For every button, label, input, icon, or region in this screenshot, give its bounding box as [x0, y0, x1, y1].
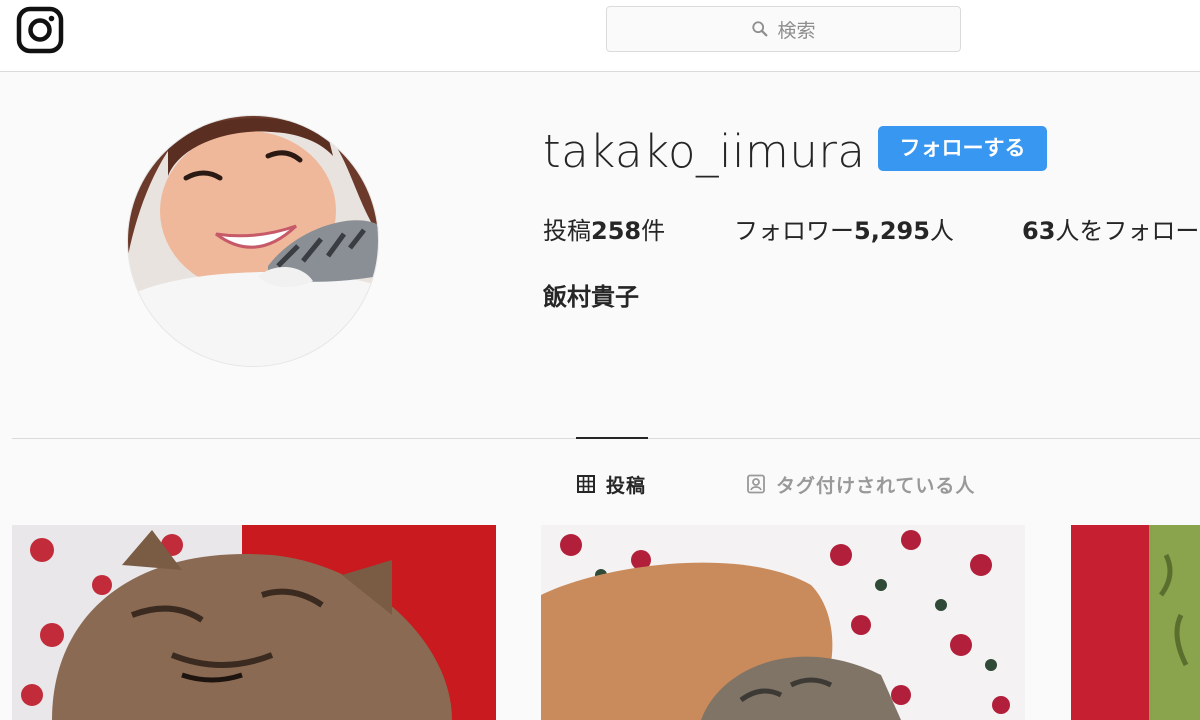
search-placeholder: 検索: [777, 19, 816, 42]
posts-suffix: 件: [641, 217, 666, 245]
followers-count: 5,295: [854, 217, 930, 245]
profile-username: takako_iimura: [543, 125, 866, 178]
following-stat[interactable]: 63人をフォロー: [1022, 212, 1199, 250]
profile-full-name: 飯村貴子: [543, 283, 639, 311]
active-tab-indicator: [576, 437, 648, 439]
tab-tagged[interactable]: タグ付けされている人: [746, 470, 975, 498]
post-thumbnail[interactable]: [12, 525, 496, 720]
followers-stat[interactable]: フォロワー5,295人: [734, 212, 954, 250]
posts-prefix: 投稿: [543, 217, 591, 245]
followers-suffix: 人: [929, 217, 954, 245]
search-icon: [752, 21, 768, 37]
following-suffix: 人をフォロー: [1055, 217, 1200, 245]
posts-count-stat: 投稿258件: [543, 212, 665, 250]
tab-posts-label: 投稿: [606, 474, 647, 497]
search-input[interactable]: 検索: [606, 6, 961, 52]
post-thumbnail[interactable]: [1071, 525, 1200, 720]
tab-posts[interactable]: 投稿: [576, 470, 646, 498]
post-thumbnail[interactable]: [541, 525, 1025, 720]
instagram-camera-icon[interactable]: [16, 6, 64, 54]
grid-icon: [577, 475, 595, 493]
followers-prefix: フォロワー: [734, 217, 854, 245]
top-navigation-bar: 検索: [0, 0, 1200, 72]
following-count: 63: [1022, 217, 1056, 245]
follow-button[interactable]: フォローする: [878, 126, 1047, 171]
posts-count: 258: [591, 217, 642, 245]
tagged-person-icon: [747, 474, 765, 494]
tab-tagged-label: タグ付けされている人: [776, 474, 976, 497]
profile-avatar[interactable]: [127, 115, 379, 367]
